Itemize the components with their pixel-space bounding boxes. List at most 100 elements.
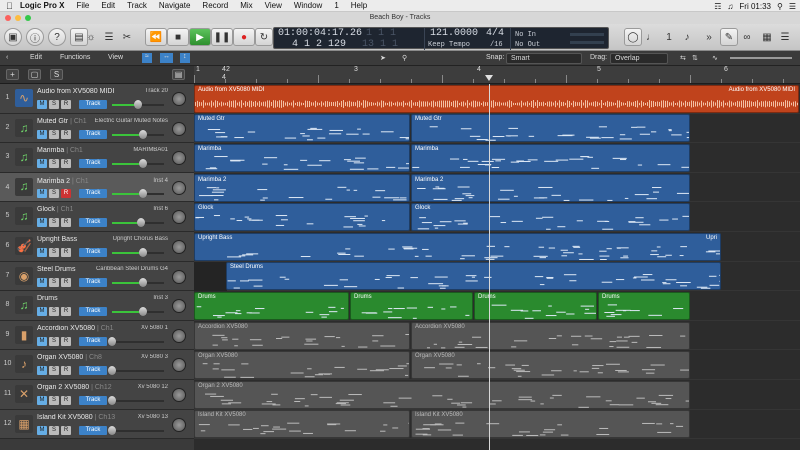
volume-fader-handle[interactable] bbox=[139, 129, 147, 139]
midi-region[interactable]: Organ XV5080 bbox=[194, 351, 410, 380]
back-icon[interactable]: ‹ bbox=[6, 54, 8, 61]
solo-button[interactable]: S bbox=[49, 366, 59, 376]
track-header[interactable]: 6 🎻 Upright Bass Upright Chorus Bass M S… bbox=[0, 232, 194, 262]
record-enable-button[interactable]: R bbox=[61, 307, 71, 317]
catch-icon[interactable]: ↕ bbox=[180, 53, 190, 63]
record-enable-button[interactable]: R bbox=[61, 188, 71, 198]
midi-region[interactable]: Organ 2 XV5080 bbox=[194, 380, 690, 409]
track-button[interactable]: Track bbox=[79, 218, 107, 228]
midi-region[interactable]: Marimba bbox=[411, 143, 690, 172]
record-enable-button[interactable]: R bbox=[61, 425, 71, 435]
midi-region[interactable]: Marimba 2 bbox=[411, 173, 690, 202]
zoom-horizontal-icon[interactable]: ⇆ bbox=[680, 54, 686, 62]
track-header[interactable]: 2 ♫ Muted Gtr | Ch1 Electric Guitar Mute… bbox=[0, 113, 194, 144]
menu-file[interactable]: File bbox=[76, 1, 89, 10]
global-tracks-icon[interactable]: ▤ bbox=[172, 69, 185, 80]
track-name[interactable]: Accordion XV5080 | Ch1 bbox=[37, 325, 114, 332]
midi-note-icon[interactable]: ♫ bbox=[15, 118, 33, 137]
mute-button[interactable]: M bbox=[37, 307, 47, 317]
volume-fader-handle[interactable] bbox=[139, 277, 147, 287]
midi-region[interactable]: Muted Gtr bbox=[194, 114, 410, 143]
mute-button[interactable]: M bbox=[37, 188, 47, 198]
track-button[interactable]: Track bbox=[79, 425, 107, 435]
track-button[interactable]: Track bbox=[79, 159, 107, 169]
pan-knob[interactable] bbox=[172, 121, 186, 136]
cycle-button[interactable]: ↻ bbox=[255, 28, 273, 46]
mute-button[interactable]: M bbox=[37, 277, 47, 287]
track-lane[interactable]: Marimba Marimba bbox=[194, 143, 800, 173]
stop-button[interactable]: ■ bbox=[167, 28, 189, 46]
midi-region[interactable]: Island Kit XV5080 bbox=[194, 410, 410, 439]
smart-controls-icon[interactable]: ☼ bbox=[82, 28, 100, 46]
track-button[interactable]: Track bbox=[79, 248, 107, 257]
count-in-icon[interactable]: ♪ bbox=[678, 28, 696, 46]
menu-view[interactable]: View bbox=[265, 1, 282, 10]
track-button[interactable]: Track bbox=[79, 277, 107, 287]
midi-region[interactable]: Accordion XV5080 bbox=[411, 321, 690, 350]
pan-knob[interactable] bbox=[172, 240, 186, 254]
track-button[interactable]: Track bbox=[79, 336, 107, 346]
track-name[interactable]: Upright Bass bbox=[37, 236, 77, 243]
track-lane[interactable]: Accordion XV5080 Accordion XV5080 bbox=[194, 321, 800, 351]
pan-knob[interactable] bbox=[172, 92, 186, 106]
volume-fader-handle[interactable] bbox=[108, 425, 116, 435]
list-icon[interactable]: ☰ bbox=[789, 2, 796, 11]
track-name[interactable]: Audio from XV5080 MIDI bbox=[37, 88, 114, 95]
mute-button[interactable]: M bbox=[37, 396, 47, 405]
mute-button[interactable]: M bbox=[37, 366, 47, 376]
track-name[interactable]: Marimba 2 | Ch1 bbox=[37, 177, 89, 186]
track-lane[interactable]: Island Kit XV5080 Island Kit XV5080 bbox=[194, 410, 800, 440]
menu-1[interactable]: 1 bbox=[334, 1, 338, 10]
track-lane[interactable]: Marimba 2 Marimba 2 bbox=[194, 173, 800, 203]
upright-bass-icon[interactable]: 🎻 bbox=[15, 237, 33, 255]
track-header[interactable]: 7 ◉ Steel Drums Caribbean Steel Drums G4… bbox=[0, 261, 194, 292]
volume-fader-handle[interactable] bbox=[108, 336, 116, 346]
volume-fader-handle[interactable] bbox=[108, 366, 116, 376]
close-window-button[interactable] bbox=[5, 15, 11, 21]
menu-app[interactable]: Logic Pro X bbox=[20, 1, 64, 10]
midi-region[interactable]: Marimba 2 bbox=[194, 173, 410, 202]
record-enable-button[interactable]: R bbox=[61, 277, 71, 287]
pan-knob[interactable] bbox=[172, 180, 186, 195]
tuner-icon[interactable]: ♩ bbox=[642, 28, 660, 46]
record-enable-button[interactable]: R bbox=[61, 159, 71, 169]
solo-button[interactable]: S bbox=[49, 159, 59, 169]
menu-track[interactable]: Track bbox=[127, 1, 147, 10]
play-button[interactable]: ▶ bbox=[189, 28, 211, 46]
volume-fader-handle[interactable] bbox=[139, 307, 147, 317]
view-menu[interactable]: View bbox=[108, 54, 123, 61]
midi-note-icon[interactable]: ♫ bbox=[15, 207, 33, 226]
edit-menu[interactable]: Edit bbox=[30, 54, 42, 61]
apple-icon[interactable]:  bbox=[6, 1, 20, 11]
volume-icon[interactable]: ♫ bbox=[727, 2, 733, 11]
record-enable-button[interactable]: R bbox=[61, 396, 71, 405]
pause-button[interactable]: ❚❚ bbox=[211, 28, 233, 46]
zoom-slider[interactable] bbox=[730, 57, 792, 59]
volume-fader-handle[interactable] bbox=[134, 100, 142, 109]
track-lane[interactable]: Organ XV5080 Organ XV5080 bbox=[194, 350, 800, 380]
mute-button[interactable]: M bbox=[37, 218, 47, 228]
solo-button[interactable]: S bbox=[49, 218, 59, 228]
volume-fader-handle[interactable] bbox=[108, 396, 116, 405]
midi-region[interactable]: Organ XV5080 bbox=[411, 351, 690, 380]
help-icon[interactable]: ? bbox=[48, 28, 66, 46]
track-header[interactable]: 1 ∿ Audio from XV5080 MIDI Track 20 M S … bbox=[0, 84, 194, 114]
record-enable-button[interactable]: R bbox=[61, 218, 71, 228]
mute-button[interactable]: M bbox=[37, 425, 47, 435]
menu-help[interactable]: Help bbox=[351, 1, 367, 10]
solo-button[interactable]: S bbox=[49, 307, 59, 317]
record-enable-button[interactable]: R bbox=[61, 129, 71, 139]
record-enable-button[interactable]: R bbox=[61, 248, 71, 257]
solo-button[interactable]: S bbox=[49, 425, 59, 435]
pointer-tool-icon[interactable]: ➤ bbox=[380, 54, 386, 62]
info-icon[interactable]: ⓘ bbox=[26, 28, 44, 46]
volume-fader-handle[interactable] bbox=[139, 159, 147, 169]
track-header[interactable]: 10 ♪ Organ XV5080 | Ch8 Xv 5080 3 M S R … bbox=[0, 350, 194, 380]
track-name[interactable]: Organ XV5080 | Ch8 bbox=[37, 354, 102, 361]
midi-region[interactable]: Drums bbox=[194, 291, 349, 320]
track-name[interactable]: Drums bbox=[37, 295, 58, 302]
flex-icon[interactable]: ↔ bbox=[160, 53, 173, 63]
pan-knob[interactable] bbox=[172, 328, 186, 343]
midi-region[interactable]: Muted Gtr bbox=[411, 114, 690, 143]
search-icon[interactable]: ⚲ bbox=[777, 2, 783, 11]
